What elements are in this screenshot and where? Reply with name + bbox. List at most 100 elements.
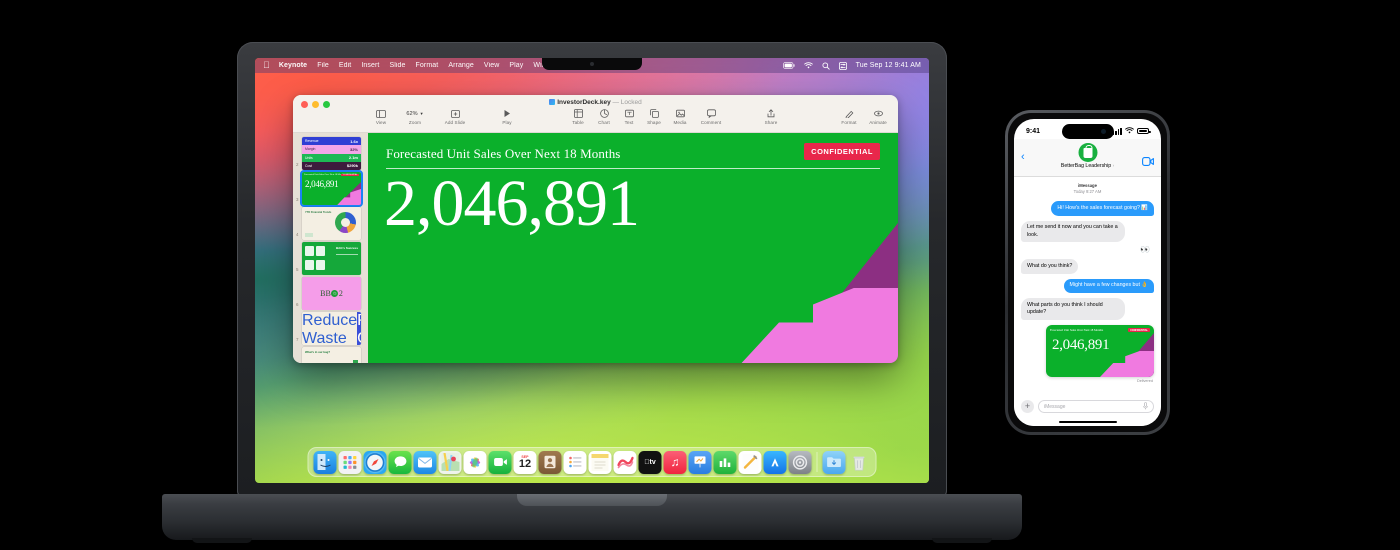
- toolbar-table-button[interactable]: Table: [566, 108, 590, 125]
- contact-name[interactable]: BetterBag Leadership ›: [1014, 163, 1161, 169]
- menu-format[interactable]: Format: [416, 62, 439, 69]
- dock-item-mail[interactable]: [413, 450, 437, 474]
- mic-icon[interactable]: [1143, 401, 1148, 412]
- dock-item-messages[interactable]: [388, 450, 412, 474]
- close-button[interactable]: [301, 101, 308, 108]
- message-row-received: Let me send it now and you can take a lo…: [1021, 220, 1154, 243]
- menu-slide[interactable]: Slide: [389, 62, 405, 69]
- menu-arrange[interactable]: Arrange: [448, 62, 474, 69]
- message-bubble[interactable]: Let me send it now and you can take a lo…: [1021, 220, 1125, 243]
- dock-item-app-store[interactable]: [763, 450, 787, 474]
- list-item[interactable]: 4 YTD Financial Trends: [293, 205, 368, 240]
- toolbar-text-button[interactable]: Text: [618, 108, 640, 125]
- toolbar-table-label: Table: [572, 120, 584, 125]
- toolbar-add-slide-button[interactable]: Add Slide: [438, 108, 472, 125]
- dock-item-apple-tv[interactable]: tv: [638, 450, 662, 474]
- dock-item-music[interactable]: ♫: [663, 450, 687, 474]
- contact-avatar[interactable]: [1078, 143, 1097, 162]
- dock-item-finder[interactable]: [313, 450, 337, 474]
- dock-item-contacts[interactable]: [538, 450, 562, 474]
- dock-item-photos[interactable]: [463, 450, 487, 474]
- minimize-button[interactable]: [312, 101, 319, 108]
- dock-item-freeform[interactable]: [738, 450, 762, 474]
- message-bubble[interactable]: What parts do you think I should update?: [1021, 298, 1125, 321]
- dock-item-news[interactable]: [613, 450, 637, 474]
- slide-thumbnail-7[interactable]: Reduce Waste Promote Growth: [302, 312, 361, 345]
- apple-menu-icon[interactable]: : [263, 61, 270, 70]
- thumb-title: YTD Financial Trends: [305, 211, 332, 214]
- toolbar-comment-button[interactable]: Comment: [694, 108, 728, 125]
- dock-item-launchpad[interactable]: [338, 450, 362, 474]
- toolbar-document-button[interactable]: Document: [894, 108, 898, 125]
- toolbar-chart-button[interactable]: Chart: [592, 108, 616, 125]
- message-input[interactable]: iMessage: [1038, 400, 1154, 413]
- battery-icon[interactable]: [782, 62, 795, 69]
- search-icon[interactable]: [822, 61, 830, 70]
- toolbar-share-button[interactable]: Share: [758, 108, 784, 125]
- toolbar-animate-label: Animate: [869, 120, 887, 125]
- dock-item-numbers[interactable]: [713, 450, 737, 474]
- menu-play[interactable]: Play: [509, 62, 523, 69]
- message-thread[interactable]: iMessage Today 9:27 AM Hi! How's the sal…: [1014, 177, 1161, 396]
- slide-canvas[interactable]: Forecasted Unit Sales Over Next 18 Month…: [368, 133, 898, 363]
- slide-thumbnail-3-selected[interactable]: Forecasted Unit Sales Over Next 18 Month…: [300, 170, 363, 207]
- dock-item-maps[interactable]: [438, 450, 462, 474]
- list-item[interactable]: 3 Forecasted Unit Sales Over Next 18 Mon…: [293, 170, 368, 207]
- dock-item-keynote[interactable]: [688, 450, 712, 474]
- menu-edit[interactable]: Edit: [339, 62, 351, 69]
- thread-service: iMessage: [1078, 183, 1097, 188]
- toolbar-play-button[interactable]: Play: [494, 108, 520, 125]
- macos-dock[interactable]: SEP 12 tv ♫: [307, 447, 877, 477]
- slide-thumbnail-8[interactable]: What's in our bag?: [302, 347, 361, 363]
- dock-item-facetime[interactable]: [488, 450, 512, 474]
- list-item[interactable]: 5 BAG's Success: [293, 240, 368, 275]
- bag-icon: [316, 260, 325, 270]
- control-center-icon[interactable]: [838, 61, 847, 70]
- dock-item-calendar[interactable]: SEP 12: [513, 450, 537, 474]
- zoom-dropdown[interactable]: 62% ▼: [398, 108, 432, 119]
- toolbar-animate-button[interactable]: Animate: [864, 108, 892, 125]
- toolbar-shape-button[interactable]: Shape: [642, 108, 666, 125]
- list-item[interactable]: 6 BB ♲ 2: [293, 275, 368, 310]
- slide-attachment[interactable]: Forecasted Unit Sales Over Next 18 Month…: [1046, 325, 1154, 378]
- message-bubble[interactable]: Hi! How's the sales forecast going? 📊: [1051, 201, 1154, 216]
- slide-navigator[interactable]: 2 Revenue 1.6x Margin 32% Units 2.1m Cost $2…: [293, 133, 368, 363]
- sidebar-icon: [368, 108, 394, 119]
- chevron-right-icon: ›: [1112, 163, 1115, 168]
- slide-thumbnail-4[interactable]: YTD Financial Trends: [302, 207, 361, 240]
- add-attachment-button[interactable]: +: [1021, 400, 1034, 413]
- format-icon: [836, 108, 862, 119]
- toolbar-format-button[interactable]: Format: [836, 108, 862, 125]
- toolbar-zoom-control[interactable]: 62% ▼ Zoom: [398, 108, 432, 126]
- message-bubble[interactable]: What do you think?: [1021, 259, 1079, 274]
- dock-item-reminders[interactable]: [563, 450, 587, 474]
- tapback-reaction[interactable]: 👀: [1021, 245, 1150, 254]
- dock-item-notes[interactable]: [588, 450, 612, 474]
- toolbar-view-button[interactable]: View: [368, 108, 394, 125]
- window-title: InvestorDeck.key — Locked: [293, 99, 898, 106]
- menu-file[interactable]: File: [317, 62, 329, 69]
- menu-view[interactable]: View: [484, 62, 499, 69]
- dock-item-safari[interactable]: [363, 450, 387, 474]
- message-bubble[interactable]: Might have a few changes but 👌: [1063, 278, 1154, 294]
- dock-item-trash[interactable]: [848, 451, 871, 474]
- menubar-clock[interactable]: Tue Sep 12 9:41 AM: [856, 62, 921, 69]
- toolbar-media-button[interactable]: Media: [668, 108, 692, 125]
- dock-item-downloads-folder[interactable]: [822, 450, 846, 474]
- dock-item-system-settings[interactable]: [788, 450, 812, 474]
- wifi-icon[interactable]: [803, 62, 813, 69]
- menu-keynote[interactable]: Keynote: [279, 62, 307, 69]
- slide-thumbnail-6[interactable]: BB ♲ 2: [302, 277, 361, 310]
- bar-chart-icon: [334, 360, 358, 363]
- list-item[interactable]: 2 Revenue 1.6x Margin 32% Units 2.1m Cost $2…: [293, 135, 368, 170]
- maximize-button[interactable]: [323, 101, 330, 108]
- menu-insert[interactable]: Insert: [361, 62, 379, 69]
- slide-thumbnail-2[interactable]: Revenue 1.6x Margin 32% Units 2.1m Cost $290…: [302, 137, 361, 170]
- window-controls[interactable]: [301, 101, 330, 108]
- list-item[interactable]: 8 What's in our bag?: [293, 345, 368, 363]
- list-item[interactable]: 7 Reduce Waste Promote Growth: [293, 310, 368, 345]
- iphone-bezel: 9:41 ‹ BetterBag Leadership › iMessage T…: [1008, 113, 1167, 432]
- back-button[interactable]: ‹: [1021, 152, 1025, 163]
- animate-icon: [864, 108, 892, 119]
- slide-thumbnail-5[interactable]: BAG's Success: [302, 242, 361, 275]
